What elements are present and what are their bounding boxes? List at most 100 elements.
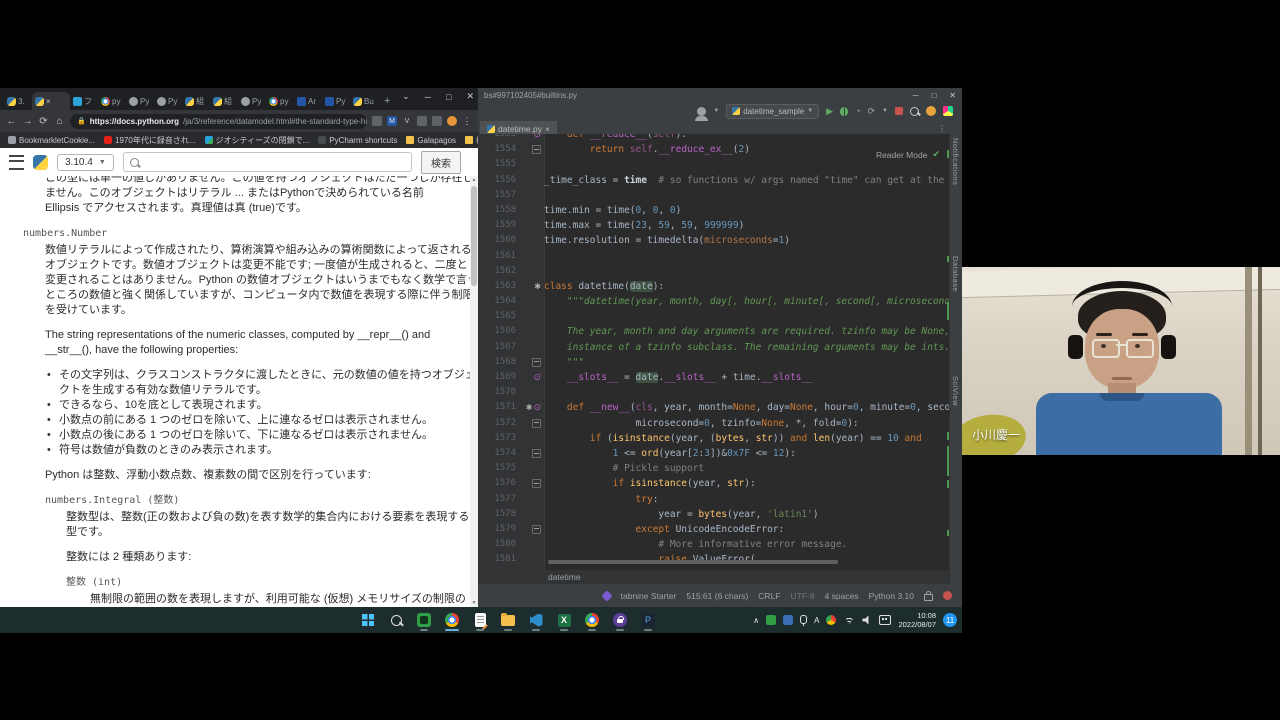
bookmark-manager-icon[interactable] xyxy=(372,116,382,126)
scrollbar-thumb[interactable] xyxy=(471,186,477,286)
taskbar-app-lockapp[interactable] xyxy=(608,608,632,632)
code-line[interactable]: 1574 1 <= ord(year[2:3])&0x7F <= 12): xyxy=(478,446,950,461)
extension-v-icon[interactable]: V xyxy=(402,116,412,126)
profile-avatar[interactable] xyxy=(447,116,457,126)
taskbar-app-vscode[interactable] xyxy=(524,608,548,632)
bookmark-item[interactable]: BookmarkletCookie... xyxy=(8,136,95,145)
volume-icon[interactable] xyxy=(862,616,872,625)
taskbar-app-explorer[interactable] xyxy=(496,608,520,632)
back-icon[interactable]: ← xyxy=(6,116,17,127)
browser-tab[interactable]: py xyxy=(98,92,126,110)
stop-button[interactable] xyxy=(895,107,903,115)
extension-m-icon[interactable]: M xyxy=(387,116,397,126)
extensions-puzzle-icon[interactable] xyxy=(417,116,427,126)
tabnine-label[interactable]: tabnine Starter xyxy=(621,591,677,601)
fold-icon[interactable] xyxy=(532,479,541,488)
tab-close-icon[interactable]: × xyxy=(545,124,550,134)
code-line[interactable]: 1573 if (isinstance(year, (bytes, str)) … xyxy=(478,431,950,446)
bookmark-item[interactable]: PyCharm shortcuts xyxy=(318,136,397,145)
reload-icon[interactable]: ⟳ xyxy=(38,116,49,127)
override-icon[interactable]: ⊙ xyxy=(533,370,541,385)
scroll-up-arrow[interactable]: ▲ xyxy=(470,177,478,183)
notification-dot-icon[interactable] xyxy=(943,591,952,600)
fold-icon[interactable] xyxy=(532,358,541,367)
taskbar-app-chrome2[interactable] xyxy=(580,608,604,632)
code-line[interactable]: 1557 xyxy=(478,188,950,203)
code-line[interactable]: 1576 if isinstance(year, str): xyxy=(478,476,950,491)
bookmark-item[interactable]: 横浜 xyxy=(465,135,478,146)
fold-icon[interactable] xyxy=(532,419,541,428)
maximize-icon[interactable]: □ xyxy=(931,91,936,100)
code-line[interactable]: 1558time.min = time(0, 0, 0) xyxy=(478,203,950,218)
tab-search-icon[interactable]: ⌄ xyxy=(402,91,410,102)
code-line[interactable]: 1553⊙ def __reduce__(self): xyxy=(478,134,950,142)
plugin-avatar-icon[interactable] xyxy=(926,106,936,116)
browser-tab[interactable]: 組 xyxy=(210,92,238,110)
code-line[interactable]: 1561 xyxy=(478,249,950,264)
code-line[interactable]: 1572 microsecond=0, tzinfo=None, *, fold… xyxy=(478,416,950,431)
taskbar-app-recorder[interactable] xyxy=(412,608,436,632)
coverage-button[interactable]: ⟳ xyxy=(868,106,876,117)
new-tab-button[interactable]: + xyxy=(384,95,390,107)
taskbar-app-excel[interactable] xyxy=(552,608,576,632)
code-line[interactable]: 1577 try: xyxy=(478,492,950,507)
fold-icon[interactable] xyxy=(532,145,541,154)
browser-tab[interactable]: Py xyxy=(238,92,266,110)
run-config-selector[interactable]: datetime_sample ▼ xyxy=(726,104,819,119)
tray-app-green-icon[interactable] xyxy=(766,615,776,625)
maximize-icon[interactable]: □ xyxy=(446,92,451,102)
browser-tab[interactable]: × xyxy=(32,92,70,110)
docs-scrollbar[interactable]: ▲ ▼ xyxy=(470,176,478,607)
minimize-icon[interactable]: ─ xyxy=(425,92,431,102)
taskbar-app-search[interactable] xyxy=(384,608,408,632)
interpreter-label[interactable]: Python 3.10 xyxy=(869,591,914,601)
fold-icon[interactable] xyxy=(532,525,541,534)
tray-app-blue-icon[interactable] xyxy=(783,615,793,625)
code-line[interactable]: 1562 xyxy=(478,264,950,279)
browser-tab[interactable]: 3. xyxy=(4,92,32,110)
code-line[interactable]: 1565 xyxy=(478,309,950,324)
code-line[interactable]: 1568 """ xyxy=(478,355,950,370)
browser-tab[interactable]: py xyxy=(266,92,294,110)
bookmark-item[interactable]: 1970年代に録音され... xyxy=(104,135,195,146)
taskbar-app-chrome[interactable] xyxy=(440,608,464,632)
fold-icon[interactable] xyxy=(532,449,541,458)
code-editor[interactable]: 1553⊙ def __reduce__(self):1554 return s… xyxy=(478,134,950,570)
debug-button[interactable] xyxy=(840,107,848,116)
tool-window-notifications[interactable]: Notifications xyxy=(951,138,960,185)
code-line[interactable]: 1580 # More informative error message. xyxy=(478,537,950,552)
bookmark-item[interactable]: Galapagos xyxy=(406,136,456,145)
editor-horizontal-scrollbar[interactable] xyxy=(548,560,838,564)
code-line[interactable]: 1571✱⊙ def __new__(cls, year, month=None… xyxy=(478,400,950,415)
code-line[interactable]: 1570 xyxy=(478,385,950,400)
browser-tab[interactable]: Py xyxy=(322,92,350,110)
home-icon[interactable]: ⌂ xyxy=(54,116,65,127)
forward-icon[interactable]: → xyxy=(22,116,33,127)
caret-position[interactable]: 515:61 (6 chars) xyxy=(686,591,748,601)
tool-window-database[interactable]: Database xyxy=(951,256,960,292)
touch-keyboard-icon[interactable] xyxy=(879,615,891,625)
taskbar-app-notepad[interactable] xyxy=(468,608,492,632)
taskbar-app-appp[interactable] xyxy=(636,608,660,632)
override-icon[interactable]: ⊙ xyxy=(533,134,541,142)
user-icon[interactable] xyxy=(697,107,706,116)
tab-options-icon[interactable]: ⋮ xyxy=(938,124,946,133)
browser-tab[interactable]: Py xyxy=(154,92,182,110)
reader-mode-widget[interactable]: Reader Mode ✔ xyxy=(876,149,940,160)
tray-chrome-icon[interactable] xyxy=(826,615,836,625)
notification-badge[interactable]: 11 xyxy=(943,613,957,627)
code-line[interactable]: 1564 """datetime(year, month, day[, hour… xyxy=(478,294,950,309)
tab-close-icon[interactable]: × xyxy=(46,97,51,106)
browser-tab[interactable]: Py xyxy=(126,92,154,110)
run-button[interactable]: ▶ xyxy=(826,107,833,116)
code-line[interactable]: 1578 year = bytes(year, 'latin1') xyxy=(478,507,950,522)
docs-search-button[interactable]: 検索 xyxy=(421,151,461,174)
clock[interactable]: 10:08 2022/08/07 xyxy=(898,611,936,629)
code-line[interactable]: 1563✱class datetime(date): xyxy=(478,279,950,294)
taskbar-app-start[interactable] xyxy=(356,608,380,632)
code-line[interactable]: 1579 except UnicodeEncodeError: xyxy=(478,522,950,537)
close-icon[interactable]: ✕ xyxy=(466,91,474,102)
code-line[interactable]: 1567 instance of a tzinfo subclass. The … xyxy=(478,340,950,355)
close-icon[interactable]: ✕ xyxy=(949,91,956,100)
scroll-down-arrow[interactable]: ▼ xyxy=(470,600,478,606)
